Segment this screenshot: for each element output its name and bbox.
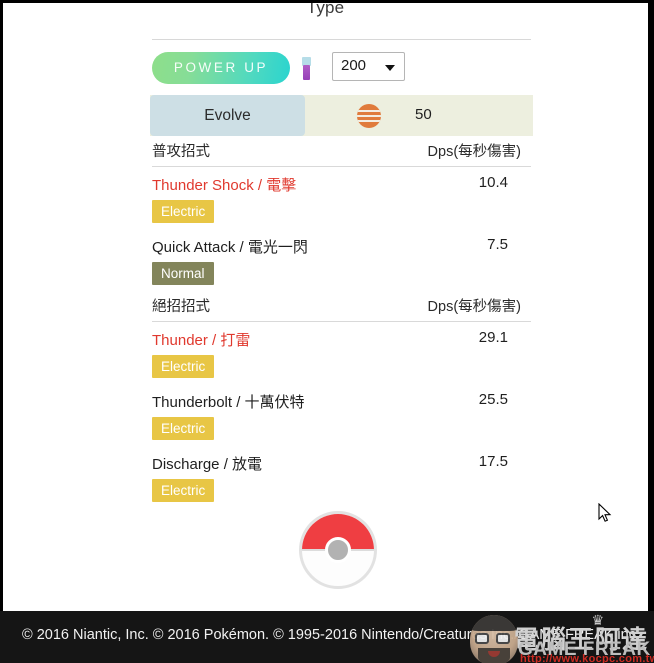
charge-moves-label: 絕招招式: [152, 299, 210, 315]
scroll-content: Type POWER UP 200 Evolve 50 普攻招式 Dps(每秒傷…: [3, 3, 648, 611]
move-row: Discharge / 放電 17.5 Electric: [150, 446, 533, 508]
move-name: Discharge / 放電: [152, 456, 263, 473]
move-type-badge: Electric: [152, 355, 215, 378]
move-dps: 29.1: [478, 329, 508, 346]
charge-moves-dps-label: Dps(每秒傷害): [427, 299, 521, 315]
page-viewport: Type POWER UP 200 Evolve 50 普攻招式 Dps(每秒傷…: [3, 3, 648, 611]
fast-moves-label: 普攻招式: [152, 144, 210, 160]
move-row: Thunder / 打雷 29.1 Electric: [150, 322, 533, 384]
move-name: Thunder / 打雷: [152, 332, 251, 349]
evolve-row: Evolve 50: [150, 95, 533, 136]
charge-moves-header: 絕招招式 Dps(每秒傷害): [150, 291, 533, 321]
move-dps: 25.5: [478, 391, 508, 408]
pokeball-icon[interactable]: [299, 511, 377, 589]
page-title: Type: [306, 3, 345, 17]
watermark-url: http://www.kocpc.com.tw: [520, 653, 654, 663]
move-dps: 7.5: [487, 236, 508, 253]
move-name: Thunderbolt / 十萬伏特: [152, 394, 305, 411]
stardust-icon: [302, 57, 311, 80]
move-type-badge: Electric: [152, 200, 215, 223]
avatar-icon: [470, 615, 518, 663]
evolve-button[interactable]: Evolve: [150, 95, 305, 136]
move-type-badge: Electric: [152, 479, 215, 502]
stats-card: POWER UP 200 Evolve 50 普攻招式 Dps(每秒傷害) Th…: [150, 39, 533, 508]
move-name: Quick Attack / 電光一閃: [152, 239, 308, 256]
fast-moves-header: 普攻招式 Dps(每秒傷害): [150, 136, 533, 166]
window-frame: Type POWER UP 200 Evolve 50 普攻招式 Dps(每秒傷…: [0, 0, 654, 663]
move-type-badge: Normal: [152, 262, 214, 285]
power-up-row: POWER UP 200: [150, 40, 533, 93]
stardust-amount-select[interactable]: 200: [332, 52, 405, 81]
move-name: Thunder Shock / 電擊: [152, 177, 297, 194]
site-watermark: ♛ 電腦王阿達 GAME FREAK inc http://www.kocpc.…: [468, 611, 654, 663]
candy-icon: [357, 104, 381, 128]
stardust-amount-value: 200: [341, 57, 367, 74]
chevron-down-icon: [385, 65, 395, 71]
candy-cost-value: 50: [415, 106, 432, 123]
fast-moves-dps-label: Dps(每秒傷害): [427, 144, 521, 160]
power-up-button[interactable]: POWER UP: [152, 52, 290, 84]
move-row: Quick Attack / 電光一閃 7.5 Normal: [150, 229, 533, 291]
footer-bar: © 2016 Niantic, Inc. © 2016 Pokémon. © 1…: [0, 611, 654, 663]
move-row: Thunderbolt / 十萬伏特 25.5 Electric: [150, 384, 533, 446]
move-dps: 17.5: [478, 453, 508, 470]
move-type-badge: Electric: [152, 417, 215, 440]
move-row: Thunder Shock / 電擊 10.4 Electric: [150, 167, 533, 229]
pokeball-area: [3, 509, 648, 593]
move-dps: 10.4: [478, 174, 508, 191]
